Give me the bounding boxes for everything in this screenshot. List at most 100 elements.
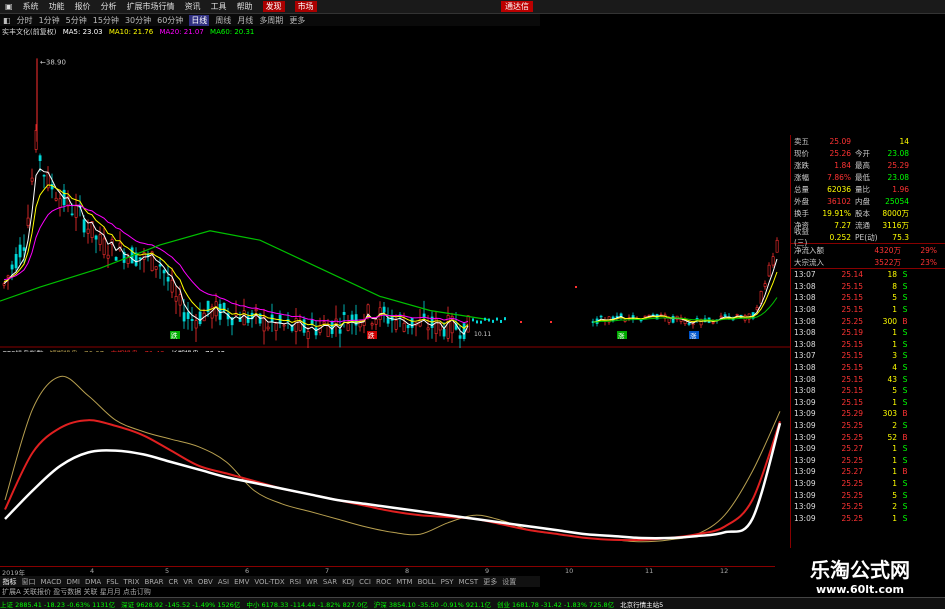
period-60min[interactable]: 60分钟 — [157, 15, 183, 26]
tab-设置[interactable]: 设置 — [502, 577, 516, 587]
candle-body — [462, 323, 466, 339]
tab-obv[interactable]: OBV — [198, 578, 213, 586]
tab-窗口[interactable]: 窗口 — [22, 577, 36, 587]
tab-更多[interactable]: 更多 — [483, 577, 497, 587]
tab-trix[interactable]: TRIX — [123, 578, 139, 586]
period-5min[interactable]: 5分钟 — [66, 15, 87, 26]
tab-roc[interactable]: ROC — [376, 578, 391, 586]
tick-side: S — [902, 374, 908, 384]
menu-tools[interactable]: 工具 — [211, 1, 227, 12]
tab-mcst[interactable]: MCST — [459, 578, 479, 586]
period-month[interactable]: 月线 — [237, 15, 253, 26]
tab-boll[interactable]: BOLL — [418, 578, 436, 586]
tick-volume: 5 — [892, 293, 897, 303]
menu-market[interactable]: 市场 — [294, 1, 317, 12]
candle-body — [70, 213, 74, 216]
menu-help[interactable]: 帮助 — [237, 1, 253, 12]
candle-body — [550, 321, 552, 323]
tick-volume: 1 — [892, 328, 897, 338]
tab-fsl[interactable]: FSL — [106, 578, 118, 586]
tab-dma[interactable]: DMA — [85, 578, 101, 586]
candle-body — [382, 306, 386, 313]
quote-rows: 卖五 25.09 14 现价 25.26 今开 23.08 涨跌 1.84 最高 25.29 涨幅 7.… — [791, 135, 945, 248]
tab-指标[interactable]: 指标 — [3, 577, 17, 587]
tab-emv[interactable]: EMV — [234, 578, 249, 586]
tick-row: 13:08 25.25 300 B — [791, 315, 945, 327]
candle-body — [18, 244, 22, 258]
candle-body — [190, 319, 194, 322]
tick-volume: 1 — [892, 513, 897, 523]
candle-body — [154, 266, 158, 270]
high-price-label: ←38.90 — [40, 58, 66, 66]
flow-label: 大宗流入 — [794, 257, 824, 267]
gap-label: 10.11 — [474, 331, 491, 338]
tab-cr[interactable]: CR — [169, 578, 179, 586]
tab-macd[interactable]: MACD — [41, 578, 62, 586]
tab-mtm[interactable]: MTM — [396, 578, 412, 586]
period-icon[interactable]: ◧ — [3, 16, 11, 25]
menu-function[interactable]: 功能 — [49, 1, 65, 12]
tab-rsi[interactable]: RSI — [290, 578, 301, 586]
candle-body — [504, 317, 506, 321]
indicator-chart[interactable] — [0, 352, 790, 567]
candle-body — [58, 198, 62, 208]
menu-analysis[interactable]: 分析 — [101, 1, 117, 12]
quote-value: 23.08 — [887, 172, 909, 182]
tab-kdj[interactable]: KDJ — [342, 578, 354, 586]
tab-psy[interactable]: PSY — [441, 578, 454, 586]
period-more[interactable]: 更多 — [289, 15, 305, 26]
period-week[interactable]: 周线 — [215, 15, 231, 26]
tab-wr[interactable]: WR — [306, 578, 318, 586]
tick-volume: 2 — [892, 421, 897, 431]
tick-row: 13:09 25.25 5 S — [791, 489, 945, 501]
candle-body — [194, 320, 198, 329]
tick-price: 25.15 — [841, 293, 863, 303]
quote-value: 62036 — [827, 184, 851, 194]
tick-volume: 1 — [892, 455, 897, 465]
period-15min[interactable]: 15分钟 — [93, 15, 119, 26]
tab-sar[interactable]: SAR — [323, 578, 337, 586]
period-multi[interactable]: 多周期 — [259, 15, 283, 26]
candle-body — [374, 318, 378, 325]
brand-button[interactable]: 通达信 — [501, 1, 533, 12]
tick-side: S — [902, 386, 908, 396]
tick-price: 25.15 — [841, 339, 863, 349]
candle-body — [114, 257, 118, 261]
candle-body — [771, 256, 775, 266]
quote-value: 8000万 — [882, 208, 909, 218]
tick-list[interactable]: 13:07 25.14 18 S 13:08 25.15 8 S 13:08 25.15 5 S 13:… — [791, 269, 945, 524]
tick-row: 13:08 25.19 1 S — [791, 327, 945, 339]
tick-time: 13:09 — [794, 421, 816, 431]
period-tick[interactable]: 分时 — [17, 15, 33, 26]
quote-value: 7.86% — [827, 172, 851, 182]
tick-price: 25.25 — [841, 432, 863, 442]
tab-cci[interactable]: CCI — [359, 578, 371, 586]
candle-body — [326, 325, 330, 338]
tab-asi[interactable]: ASI — [218, 578, 229, 586]
period-30min[interactable]: 30分钟 — [125, 15, 151, 26]
period-bar: ◧ 分时 1分钟 5分钟 15分钟 30分钟 60分钟 日线 周线 月线 多周期… — [0, 14, 540, 26]
menu-news[interactable]: 资讯 — [185, 1, 201, 12]
menu-system[interactable]: 系统 — [23, 1, 39, 12]
tick-price: 25.27 — [841, 467, 863, 477]
candlestick-chart[interactable]: ←38.90 10.11 跌 跌 涨 涨 — [0, 38, 790, 348]
tab-dmi[interactable]: DMI — [66, 578, 80, 586]
quote-value: 25.09 — [829, 136, 851, 146]
candle-body — [406, 324, 410, 329]
quote-label: 最低 — [855, 172, 870, 182]
app-icon[interactable]: ▣ — [5, 2, 13, 11]
menu-quote[interactable]: 报价 — [75, 1, 91, 12]
candle-body — [386, 318, 390, 324]
tab-brar[interactable]: BRAR — [144, 578, 163, 586]
menu-discover[interactable]: 发现 — [262, 1, 285, 12]
tick-row: 13:09 25.25 2 S — [791, 420, 945, 432]
tab-vr[interactable]: VR — [183, 578, 193, 586]
tick-time: 13:08 — [794, 363, 816, 373]
period-1min[interactable]: 1分钟 — [39, 15, 60, 26]
tick-side: S — [902, 502, 908, 512]
tick-volume: 5 — [892, 386, 897, 396]
tab-vol-tdx[interactable]: VOL-TDX — [254, 578, 284, 586]
flow-row: 净流入额 4320万 29% — [791, 244, 945, 256]
period-day[interactable]: 日线 — [189, 14, 210, 26]
menu-ext-market[interactable]: 扩展市场行情 — [127, 1, 175, 12]
